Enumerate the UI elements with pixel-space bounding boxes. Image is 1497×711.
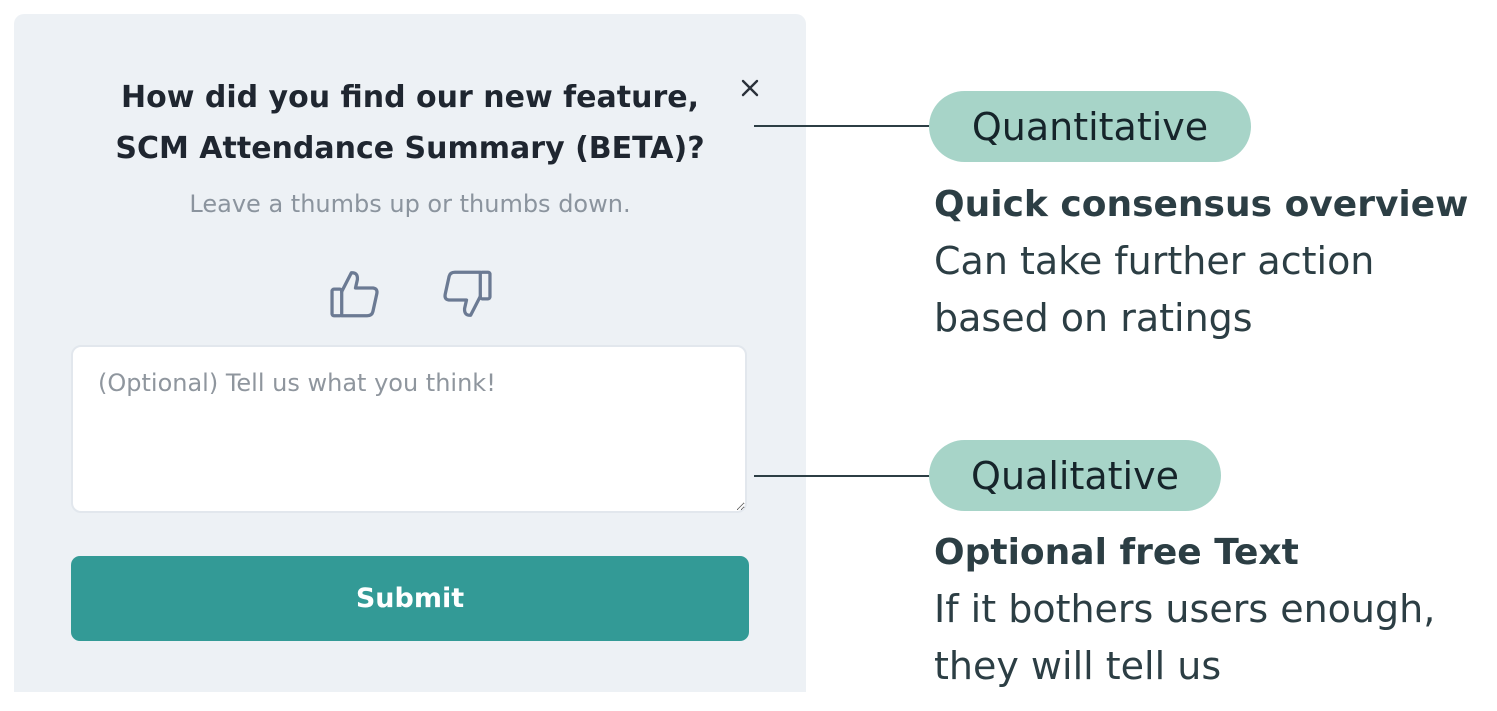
feedback-textarea[interactable] xyxy=(71,345,747,513)
survey-title: How did you find our new feature, SCM At… xyxy=(74,72,746,174)
qualitative-line-2: they will tell us xyxy=(934,644,1222,688)
feedback-card: How did you find our new feature, SCM At… xyxy=(14,14,806,692)
survey-title-line-2: SCM Attendance Summary (BETA)? xyxy=(115,131,705,166)
thumbs-down-icon xyxy=(443,270,492,317)
thumbs-up-icon xyxy=(330,271,379,318)
quantitative-heading: Quick consensus overview xyxy=(934,184,1469,225)
survey-title-line-1: How did you find our new feature, xyxy=(121,80,699,115)
qualitative-line-1: If it bothers users enough, xyxy=(934,587,1436,631)
qualitative-description: Optional free Text If it bothers users e… xyxy=(934,524,1435,695)
connector-line-quantitative xyxy=(754,125,932,127)
qualitative-heading: Optional free Text xyxy=(934,532,1299,573)
quantitative-description: Quick consensus overview Can take furthe… xyxy=(934,176,1468,347)
quantitative-pill: Quantitative xyxy=(929,91,1251,162)
quantitative-line-2: based on ratings xyxy=(934,296,1253,340)
thumbs-up-button[interactable] xyxy=(320,258,390,330)
survey-subtitle: Leave a thumbs up or thumbs down. xyxy=(189,190,631,218)
qualitative-pill: Qualitative xyxy=(929,440,1221,511)
thumbs-down-button[interactable] xyxy=(432,258,502,330)
submit-button[interactable]: Submit xyxy=(71,556,749,641)
quantitative-line-1: Can take further action xyxy=(934,239,1375,283)
connector-line-qualitative xyxy=(754,475,932,477)
